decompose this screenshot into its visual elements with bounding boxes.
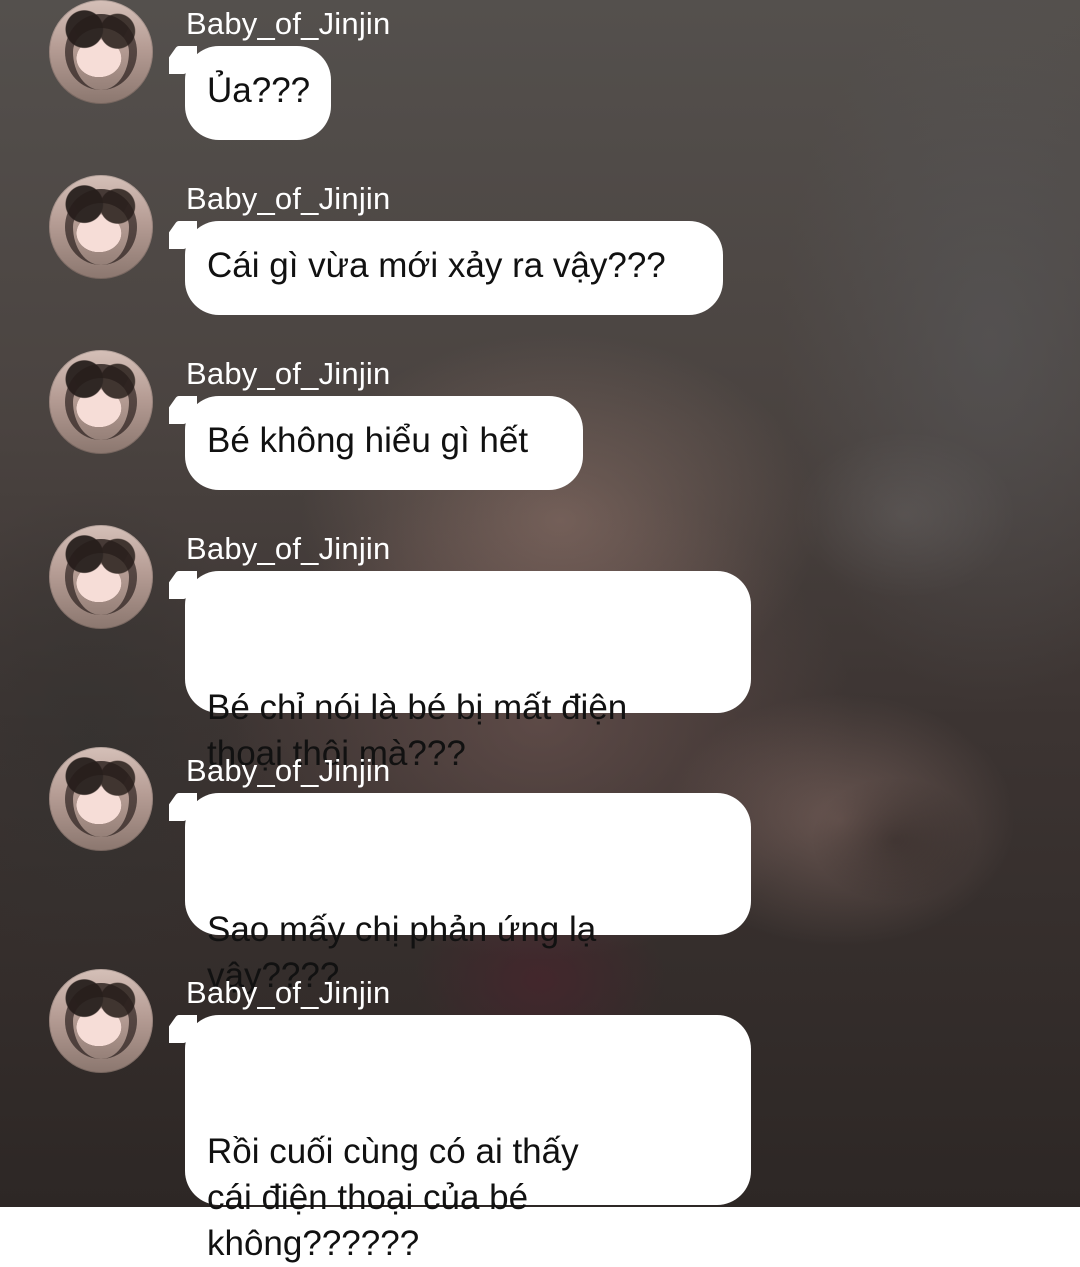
message-text: Bé không hiểu gì hết bbox=[207, 421, 529, 460]
user-avatar-icon[interactable] bbox=[49, 350, 153, 454]
message-bubble-wrapper: Bé chỉ nói là bé bị mất điện thoại thôi … bbox=[185, 571, 751, 773]
avatar-hair-detail bbox=[65, 189, 137, 265]
message-bubble: Bé chỉ nói là bé bị mất điện thoại thôi … bbox=[185, 571, 751, 773]
message-bubble: Bé không hiểu gì hết bbox=[185, 396, 583, 490]
message-bubble-wrapper: Cái gì vừa mới xảy ra vậy??? bbox=[185, 221, 723, 315]
chat-message: Baby_of_Jinjin Cái gì vừa mới xảy ra vậy… bbox=[0, 175, 1080, 345]
bubble-tail bbox=[169, 396, 197, 424]
message-text: Cái gì vừa mới xảy ra vậy??? bbox=[207, 246, 666, 285]
sender-name: Baby_of_Jinjin bbox=[186, 6, 391, 41]
bubble-tail bbox=[169, 1015, 197, 1043]
chat-message: Baby_of_Jinjin Ủa??? bbox=[0, 0, 1080, 170]
sender-name: Baby_of_Jinjin bbox=[186, 531, 391, 566]
user-avatar-icon[interactable] bbox=[49, 0, 153, 104]
chat-message: Baby_of_Jinjin Bé không hiểu gì hết bbox=[0, 350, 1080, 520]
sender-name: Baby_of_Jinjin bbox=[186, 975, 391, 1010]
message-bubble-wrapper: Rồi cuối cùng có ai thấy cái điện thoại … bbox=[185, 1015, 751, 1263]
chat-thread: Baby_of_Jinjin Ủa??? Baby_of_Jinjin Cái … bbox=[0, 0, 1080, 1263]
message-bubble: Ủa??? bbox=[185, 46, 331, 140]
message-text: Rồi cuối cùng có ai thấy cái điện thoại … bbox=[207, 1132, 579, 1263]
user-avatar-icon[interactable] bbox=[49, 969, 153, 1073]
bubble-tail bbox=[169, 46, 197, 74]
avatar-hair-detail bbox=[65, 539, 137, 615]
sender-name: Baby_of_Jinjin bbox=[186, 356, 391, 391]
avatar-hair-detail bbox=[65, 983, 137, 1059]
message-bubble: Sao mấy chị phản ứng lạ vậy???? bbox=[185, 793, 751, 995]
sender-name: Baby_of_Jinjin bbox=[186, 753, 391, 788]
chat-message: Baby_of_Jinjin Rồi cuối cùng có ai thấy … bbox=[0, 969, 1080, 1263]
bubble-tail bbox=[169, 221, 197, 249]
message-bubble-wrapper: Sao mấy chị phản ứng lạ vậy???? bbox=[185, 793, 751, 995]
bubble-tail bbox=[169, 793, 197, 821]
avatar-hair-detail bbox=[65, 761, 137, 837]
user-avatar-icon[interactable] bbox=[49, 525, 153, 629]
bubble-tail bbox=[169, 571, 197, 599]
chat-message: Baby_of_Jinjin Bé chỉ nói là bé bị mất đ… bbox=[0, 525, 1080, 773]
sender-name: Baby_of_Jinjin bbox=[186, 181, 391, 216]
message-bubble: Cái gì vừa mới xảy ra vậy??? bbox=[185, 221, 723, 315]
message-bubble: Rồi cuối cùng có ai thấy cái điện thoại … bbox=[185, 1015, 751, 1263]
chat-message: Baby_of_Jinjin Sao mấy chị phản ứng lạ v… bbox=[0, 747, 1080, 995]
message-bubble-wrapper: Ủa??? bbox=[185, 46, 331, 140]
user-avatar-icon[interactable] bbox=[49, 175, 153, 279]
user-avatar-icon[interactable] bbox=[49, 747, 153, 851]
message-bubble-wrapper: Bé không hiểu gì hết bbox=[185, 396, 583, 490]
message-text: Ủa??? bbox=[207, 71, 311, 110]
avatar-hair-detail bbox=[65, 14, 137, 90]
avatar-hair-detail bbox=[65, 364, 137, 440]
